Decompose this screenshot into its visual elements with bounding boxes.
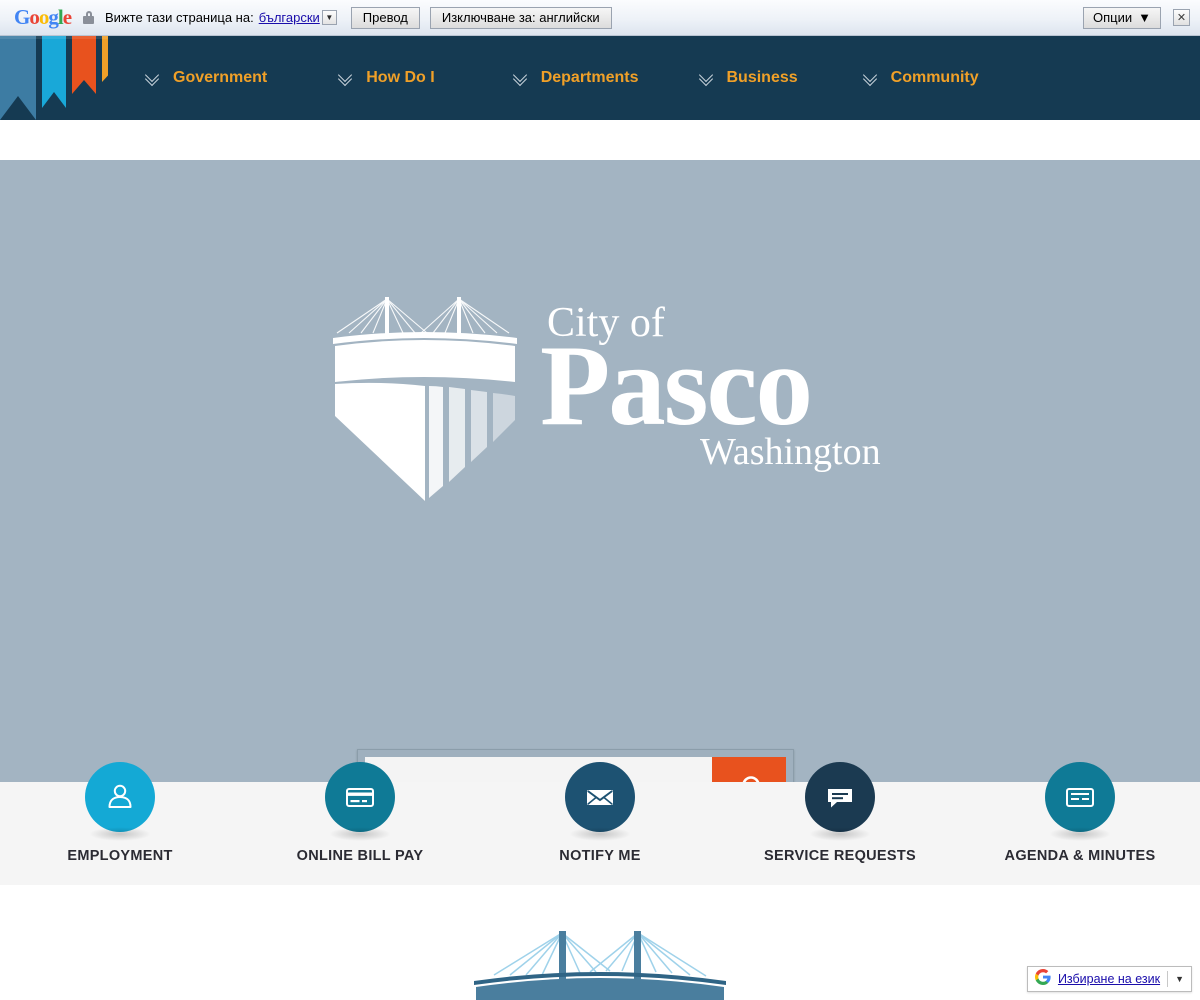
google-logo: Google (14, 5, 72, 29)
quick-link-notify-me[interactable]: NOTIFY ME (480, 762, 720, 887)
translate-button[interactable]: Превод (350, 6, 420, 29)
translate-options-label: Опции (1093, 10, 1133, 25)
logo-line-pasco: Pasco (540, 322, 811, 449)
turn-off-translation-button[interactable]: Изключване за: английски (429, 6, 612, 29)
quick-link-label: NOTIFY ME (559, 848, 641, 864)
chevron-down-icon[interactable]: ▼ (1175, 974, 1184, 984)
chevron-double-down-icon (146, 72, 159, 85)
main-navigation-bar: Government How Do I Departments Business… (0, 36, 1200, 120)
lock-icon (83, 11, 95, 24)
quick-link-label: EMPLOYMENT (67, 848, 173, 864)
nav-item-business[interactable]: Business (700, 36, 798, 120)
quick-link-circle (325, 762, 395, 841)
quick-link-circle (1045, 762, 1115, 841)
ribbon-logo-svg (0, 36, 126, 120)
speech-bubble-icon (828, 789, 852, 808)
nav-item-label: How Do I (366, 69, 435, 86)
cable-stayed-bridge-icon (474, 931, 726, 1000)
city-of-pasco-ribbon-logo[interactable] (0, 36, 126, 120)
nav-item-label: Community (890, 69, 979, 86)
credit-card-icon (346, 788, 374, 807)
translate-prompt: Вижте тази страница на: (105, 10, 254, 25)
card-document-icon (1066, 788, 1094, 807)
translate-widget-label: Избиране на език (1057, 972, 1161, 986)
nav-item-label: Business (726, 69, 798, 86)
chevron-double-down-icon (514, 72, 527, 85)
chevron-double-down-icon (339, 72, 352, 85)
quick-link-circle (805, 762, 875, 841)
logo-line-washington: Washington (700, 431, 881, 473)
google-g-icon (1034, 969, 1051, 989)
quick-links: EMPLOYMENT ONLINE BILL PAY NOTIFY ME SER… (0, 762, 1200, 887)
nav-item-community[interactable]: Community (864, 36, 979, 120)
widget-divider (1167, 971, 1169, 987)
quick-link-service-requests[interactable]: SERVICE REQUESTS (720, 762, 960, 887)
translate-options-button[interactable]: Опции ▼ (1083, 6, 1161, 29)
nav-item-label: Government (173, 69, 268, 86)
quick-link-label: AGENDA & MINUTES (1004, 848, 1156, 864)
person-icon (108, 784, 132, 808)
envelope-icon (587, 790, 613, 805)
translate-language-caret[interactable]: ▼ (321, 10, 337, 25)
quick-link-agenda-minutes[interactable]: AGENDA & MINUTES (960, 762, 1200, 887)
footer-bridge-section (0, 885, 1200, 1000)
quick-link-circle (565, 762, 635, 841)
chevron-double-down-icon (700, 72, 713, 85)
hero-banner: City of Pasco Washington (0, 160, 1200, 827)
close-icon[interactable]: ✕ (1173, 9, 1190, 26)
nav-item-departments[interactable]: Departments (514, 36, 639, 120)
chevron-double-down-icon (864, 72, 877, 85)
quick-link-employment[interactable]: EMPLOYMENT (0, 762, 240, 887)
google-translate-bar: Google Вижте тази страница на: български… (0, 0, 1200, 36)
chevron-down-icon: ▼ (1138, 10, 1151, 25)
quick-link-online-bill-pay[interactable]: ONLINE BILL PAY (240, 762, 480, 887)
nav-hero-divider (0, 120, 1200, 160)
google-translate-widget[interactable]: Избиране на език ▼ (1026, 966, 1192, 992)
quick-link-label: ONLINE BILL PAY (296, 848, 424, 864)
nav-item-label: Departments (540, 69, 639, 86)
shield-bridge-logo-svg: City of Pasco Washington (333, 297, 881, 501)
nav-item-how-do-i[interactable]: How Do I (339, 36, 434, 120)
quick-link-label: SERVICE REQUESTS (764, 848, 916, 864)
nav-items: Government How Do I Departments Business… (108, 36, 1200, 120)
nav-item-government[interactable]: Government (146, 36, 267, 120)
quick-link-circle (85, 762, 155, 841)
city-of-pasco-shield-bridge-logo[interactable]: City of Pasco Washington (325, 286, 885, 506)
translate-language-link[interactable]: български (259, 10, 320, 25)
